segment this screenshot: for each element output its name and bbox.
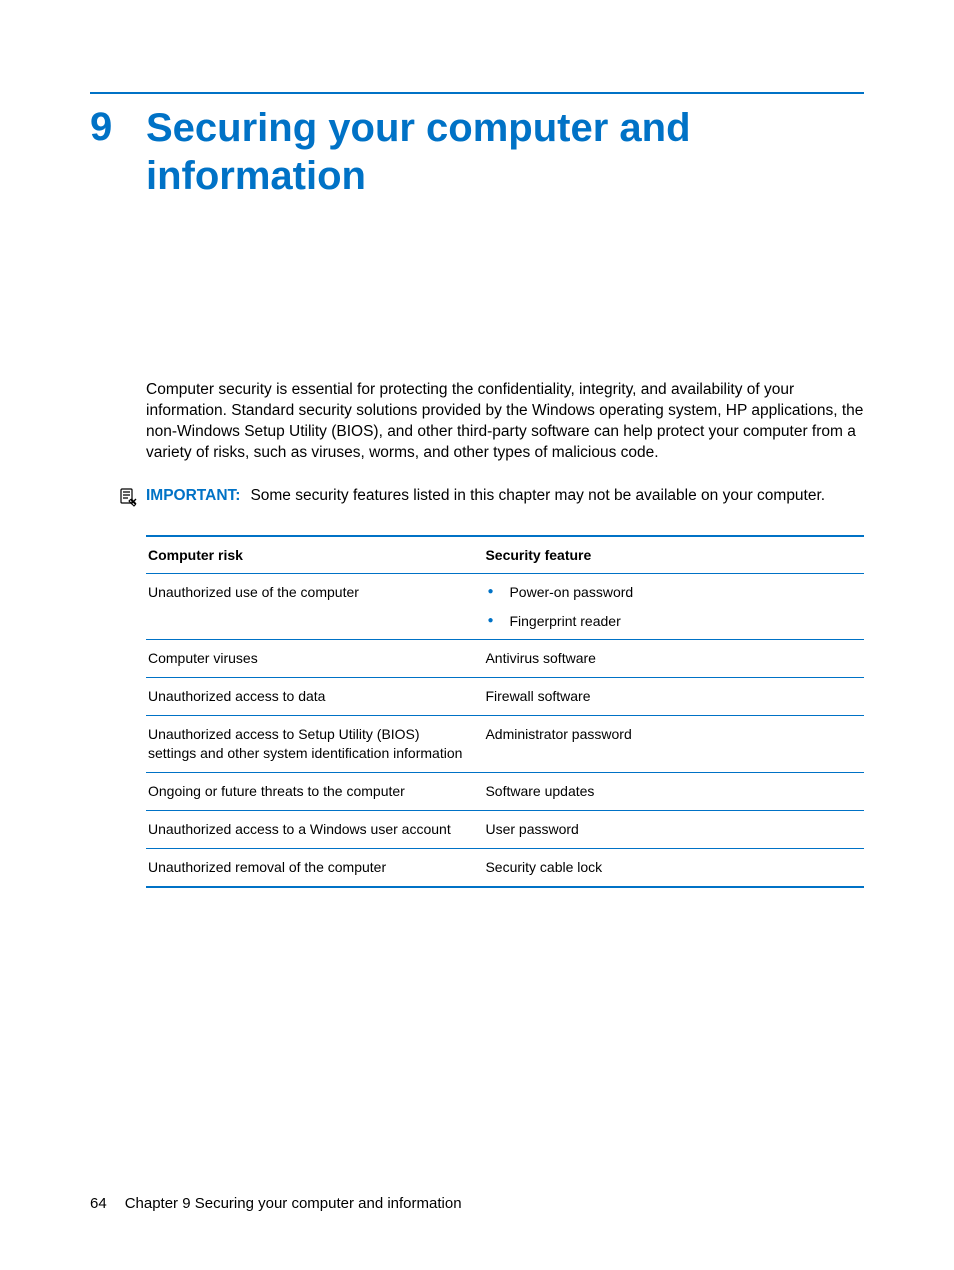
header-feature: Security feature bbox=[483, 536, 864, 574]
cell-feature: Antivirus software bbox=[483, 640, 864, 678]
cell-feature: User password bbox=[483, 810, 864, 848]
header-risk: Computer risk bbox=[146, 536, 483, 574]
cell-risk: Ongoing or future threats to the compute… bbox=[146, 773, 483, 811]
chapter-title: Securing your computer and information bbox=[146, 104, 864, 200]
notice-body: Some security features listed in this ch… bbox=[250, 487, 825, 504]
page-footer: 64 Chapter 9 Securing your computer and … bbox=[90, 1195, 462, 1212]
feature-item: Power-on password bbox=[485, 583, 862, 602]
cell-feature: Power-on password Fingerprint reader bbox=[483, 573, 864, 640]
cell-feature: Administrator password bbox=[483, 716, 864, 773]
cell-risk: Unauthorized access to data bbox=[146, 678, 483, 716]
intro-paragraph: Computer security is essential for prote… bbox=[146, 380, 864, 464]
cell-feature: Firewall software bbox=[483, 678, 864, 716]
cell-risk: Unauthorized access to Setup Utility (BI… bbox=[146, 716, 483, 773]
cell-risk: Unauthorized access to a Windows user ac… bbox=[146, 810, 483, 848]
security-table: Computer risk Security feature Unauthori… bbox=[146, 535, 864, 888]
table-row: Unauthorized removal of the computer Sec… bbox=[146, 848, 864, 886]
notice-text: IMPORTANT: Some security features listed … bbox=[146, 486, 825, 507]
table-row: Unauthorized access to a Windows user ac… bbox=[146, 810, 864, 848]
note-icon bbox=[118, 487, 138, 507]
table-row: Unauthorized access to data Firewall sof… bbox=[146, 678, 864, 716]
table-header-row: Computer risk Security feature bbox=[146, 536, 864, 574]
table-row: Unauthorized access to Setup Utility (BI… bbox=[146, 716, 864, 773]
page-number: 64 bbox=[90, 1195, 107, 1212]
important-notice: IMPORTANT: Some security features listed … bbox=[118, 486, 864, 507]
chapter-number: 9 bbox=[90, 104, 124, 150]
table-row: Unauthorized use of the computer Power-o… bbox=[146, 573, 864, 640]
cell-risk: Unauthorized removal of the computer bbox=[146, 848, 483, 886]
table-row: Computer viruses Antivirus software bbox=[146, 640, 864, 678]
footer-chapter-ref: Chapter 9 Securing your computer and inf… bbox=[125, 1195, 462, 1212]
table-row: Ongoing or future threats to the compute… bbox=[146, 773, 864, 811]
cell-feature: Software updates bbox=[483, 773, 864, 811]
cell-feature: Security cable lock bbox=[483, 848, 864, 886]
top-rule bbox=[90, 92, 864, 94]
cell-risk: Unauthorized use of the computer bbox=[146, 573, 483, 640]
chapter-heading: 9 Securing your computer and information bbox=[90, 104, 864, 200]
cell-risk: Computer viruses bbox=[146, 640, 483, 678]
notice-label: IMPORTANT: bbox=[146, 487, 240, 504]
feature-item: Fingerprint reader bbox=[485, 612, 862, 631]
